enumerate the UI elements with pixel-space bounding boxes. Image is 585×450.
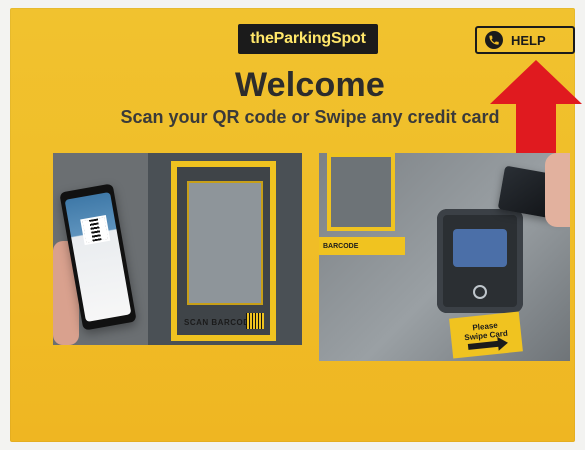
card-swipe-photo: BARCODE Please Swipe Card bbox=[319, 153, 570, 361]
right-arrow-icon bbox=[467, 339, 507, 350]
barcode-slot: SCAN BARCODE bbox=[171, 161, 276, 341]
barcode-icon bbox=[246, 313, 264, 329]
swipe-card-sign: Please Swipe Card bbox=[449, 311, 523, 359]
page-subtitle: Scan your QR code or Swipe any credit ca… bbox=[120, 107, 500, 127]
page-title: Welcome bbox=[234, 66, 386, 104]
scan-barcode-label: SCAN BARCODE bbox=[184, 318, 256, 327]
qr-code-icon bbox=[80, 215, 111, 246]
barcode-strip-label: BARCODE bbox=[323, 242, 359, 250]
brand-logo: theParkingSpot bbox=[238, 24, 378, 54]
contactless-icon bbox=[473, 285, 487, 299]
qr-scan-photo: SCAN BARCODE bbox=[53, 153, 302, 345]
barcode-strip: BARCODE bbox=[319, 237, 405, 255]
help-button[interactable]: HELP bbox=[475, 26, 575, 54]
help-label: HELP bbox=[511, 32, 546, 48]
phone-icon bbox=[485, 31, 503, 49]
brand-logo-text: theParkingSpot bbox=[250, 30, 366, 47]
barcode-slot-window bbox=[187, 181, 263, 305]
card-reader-screen bbox=[453, 229, 507, 267]
card-reader bbox=[437, 209, 523, 313]
barcode-slot-right bbox=[327, 153, 395, 231]
kiosk-screen: theParkingSpot HELP Welcome Scan your QR… bbox=[10, 8, 582, 442]
hand-image-right bbox=[545, 153, 570, 227]
